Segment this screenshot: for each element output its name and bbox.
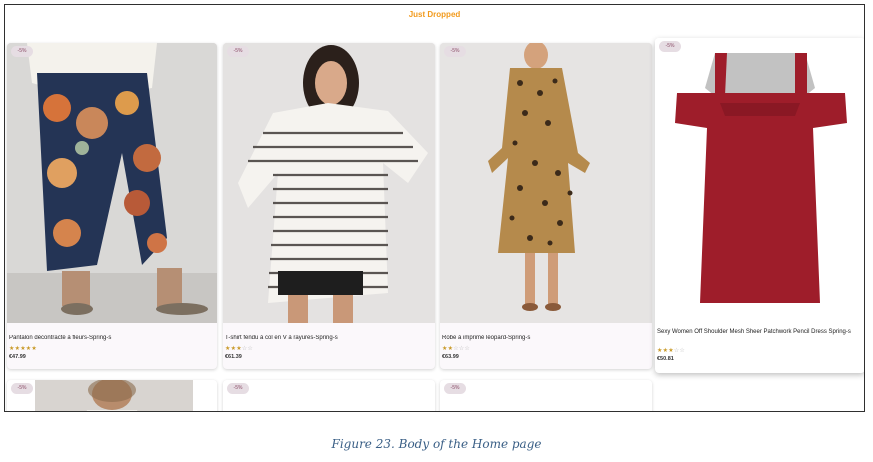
section-title: Just Dropped (408, 10, 461, 19)
product-image[interactable]: -5% (223, 380, 435, 411)
product-card[interactable]: -5% T-shirt fendu à col en V à rayures-S… (223, 43, 435, 369)
product-image[interactable]: -5% (440, 43, 652, 323)
product-name[interactable]: Robe à imprimé léopard-Spring-s (442, 335, 649, 341)
product-image[interactable]: -5% (7, 43, 217, 323)
product-price: €47.99 (9, 354, 26, 360)
discount-badge: -5% (11, 383, 33, 394)
star-icon: ☆ (679, 348, 685, 354)
product-card[interactable]: -5% Sexy Women Off Shoulder Mesh Sheer P… (655, 38, 864, 373)
product-image[interactable]: -5% (440, 380, 652, 411)
discount-badge: -5% (659, 41, 681, 52)
discount-badge: -5% (11, 46, 33, 57)
product-name[interactable]: Pantalon décontracté à fleurs-Spring-s (9, 335, 214, 341)
home-body-screenshot: Just Dropped -5% Pantalon décontracté à … (4, 4, 865, 412)
star-icon: ★ (31, 346, 37, 352)
star-icon: ☆ (464, 346, 470, 352)
discount-badge: -5% (227, 383, 249, 394)
product-name[interactable]: Sexy Women Off Shoulder Mesh Sheer Patch… (657, 328, 862, 336)
rating-stars: ★★★★★ (9, 345, 37, 352)
rating-stars: ★★★☆☆ (657, 347, 685, 354)
product-price: €63.99 (442, 354, 459, 360)
product-price: €61.39 (225, 354, 242, 360)
discount-badge: -5% (444, 383, 466, 394)
product-card[interactable]: -5% Robe à imprimé léopard-Spring-s ★★☆☆… (440, 43, 652, 369)
product-card[interactable]: -5% (223, 380, 435, 411)
product-card[interactable]: -5% Pantalon décontracté à fleurs-Spring… (7, 43, 217, 369)
star-icon: ☆ (247, 346, 253, 352)
product-name[interactable]: T-shirt fendu à col en V à rayures-Sprin… (225, 335, 432, 341)
product-image[interactable]: -5% (7, 380, 217, 411)
rating-stars: ★★★☆☆ (225, 345, 253, 352)
product-image[interactable]: -5% (655, 38, 864, 323)
product-price: €50.81 (657, 356, 674, 362)
product-image[interactable]: -5% (223, 43, 435, 323)
discount-badge: -5% (444, 46, 466, 57)
figure-caption: Figure 23. Body of the Home page (331, 437, 542, 451)
discount-badge: -5% (227, 46, 249, 57)
product-card[interactable]: -5% (440, 380, 652, 411)
rating-stars: ★★☆☆☆ (442, 345, 470, 352)
product-card[interactable]: -5% (7, 380, 217, 411)
